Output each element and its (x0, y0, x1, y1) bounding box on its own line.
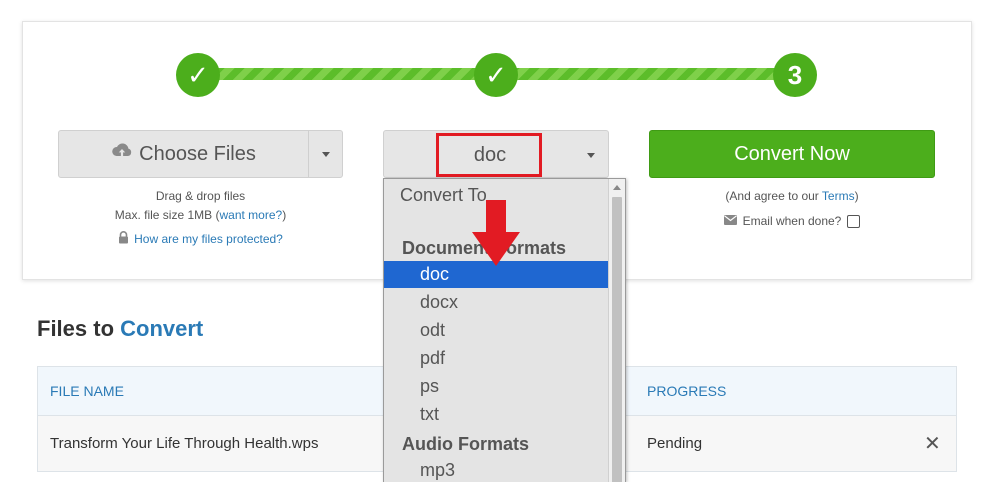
column-header-file-name: FILE NAME (50, 383, 124, 399)
step-3-current: 3 (773, 53, 817, 97)
scrollbar-thumb[interactable] (612, 197, 622, 482)
choose-files-label: Choose Files (139, 142, 256, 165)
red-down-arrow-icon (472, 200, 520, 271)
terms-agreement: (And agree to our Terms) (649, 189, 935, 203)
progress-track-1 (215, 68, 480, 80)
files-title-accent: Convert (120, 316, 204, 341)
option-mp3[interactable]: mp3 (384, 457, 608, 482)
caret-down-icon (321, 151, 330, 157)
max-size-text: Max. file size 1MB ( (114, 208, 220, 222)
option-ps[interactable]: ps (384, 373, 608, 400)
choose-files-button[interactable]: Choose Files (58, 130, 343, 178)
max-file-size-hint: Max. file size 1MB (want more?) (58, 208, 343, 222)
group-audio-formats: Audio Formats (402, 434, 530, 454)
terms-link[interactable]: Terms (822, 189, 855, 203)
files-title-prefix: Files to (37, 316, 121, 341)
scroll-up-icon[interactable] (613, 185, 621, 190)
email-when-done-label: Email when done? (742, 214, 842, 228)
step-2-complete: ✓ (474, 53, 518, 97)
email-when-done-checkbox[interactable] (847, 214, 861, 228)
progress-track-2 (513, 68, 775, 80)
envelope-icon (723, 214, 737, 228)
choose-files-main[interactable]: Choose Files (59, 131, 308, 177)
max-size-text-end: ) (282, 208, 287, 222)
email-when-done-row: Email when done? (649, 214, 935, 228)
option-odt[interactable]: odt (384, 317, 608, 344)
step-1-complete: ✓ (176, 53, 220, 97)
annotation-highlight-box (436, 133, 542, 177)
progress-cell: Pending (647, 435, 703, 452)
agree-suffix: ) (854, 189, 859, 203)
agree-prefix: (And agree to our (725, 189, 822, 203)
option-txt[interactable]: txt (384, 401, 608, 428)
file-name-cell: Transform Your Life Through Health.wps (50, 435, 319, 452)
drag-drop-hint: Drag & drop files (155, 189, 246, 203)
want-more-link[interactable]: want more? (220, 208, 283, 222)
option-pdf[interactable]: pdf (384, 345, 608, 372)
lock-icon (118, 231, 129, 247)
choose-files-dropdown-toggle[interactable] (308, 131, 342, 177)
convert-now-button[interactable]: Convert Now (649, 130, 935, 178)
files-protected-row: How are my files protected? (58, 231, 343, 247)
files-section-title: Files to Convert (37, 316, 203, 342)
dropdown-scrollbar[interactable] (608, 179, 625, 482)
caret-down-icon (587, 153, 595, 158)
remove-file-icon[interactable]: ✕ (924, 431, 941, 456)
files-protected-link[interactable]: How are my files protected? (134, 232, 283, 246)
option-docx[interactable]: docx (384, 289, 608, 316)
column-header-progress: PROGRESS (647, 383, 727, 399)
cloud-upload-icon (111, 141, 133, 167)
